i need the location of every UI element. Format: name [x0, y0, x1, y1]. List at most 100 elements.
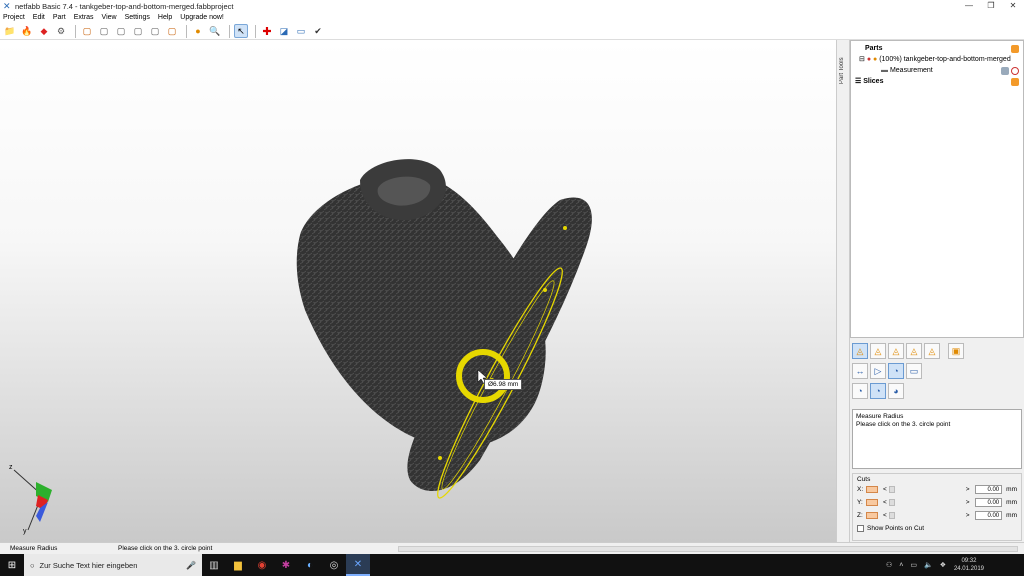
cut-slider[interactable]: [897, 487, 963, 493]
parts-options-icon[interactable]: [1011, 45, 1019, 53]
cut-slider[interactable]: [897, 513, 963, 519]
menu-upgrade[interactable]: Upgrade now!: [180, 12, 224, 23]
tree-slices[interactable]: Slices: [863, 78, 883, 85]
cut-increase[interactable]: >: [964, 499, 972, 506]
dropbox-icon[interactable]: ❖: [940, 561, 946, 569]
slices-options-icon[interactable]: [1011, 78, 1019, 86]
import-part-icon[interactable]: ◆: [37, 24, 51, 38]
cut-icon[interactable]: ◪: [277, 24, 291, 38]
label-icon[interactable]: ▭: [906, 363, 922, 379]
cuts-title: Cuts: [857, 476, 871, 483]
show-points-option[interactable]: Show Points on Cut: [857, 525, 1017, 532]
select-cursor-icon[interactable]: ↖: [234, 24, 248, 38]
zoom-icon[interactable]: 🔍: [208, 24, 222, 38]
view-bottom-icon[interactable]: ▢: [165, 24, 179, 38]
tree-measurement[interactable]: Measurement: [890, 67, 933, 74]
measure-edge-icon[interactable]: ◬: [870, 343, 886, 359]
expand-icon[interactable]: ⊟: [859, 56, 865, 63]
clock-time: 09:32: [961, 558, 977, 564]
sphere-icon[interactable]: ●: [191, 24, 205, 38]
menu-extras[interactable]: Extras: [74, 12, 94, 23]
measure-point-icon[interactable]: ◬: [852, 343, 868, 359]
cut-slider-knob[interactable]: [888, 512, 896, 519]
check-icon[interactable]: ✔: [311, 24, 325, 38]
windows-start-icon[interactable]: ⊞: [0, 554, 24, 576]
radius-icon[interactable]: ◔: [888, 363, 904, 379]
circle-3point-icon[interactable]: ◔: [852, 383, 868, 399]
panel-splitter[interactable]: Part Tools: [836, 40, 850, 542]
netfabb-taskbar-icon[interactable]: ✕: [346, 554, 370, 576]
view-back-icon[interactable]: ▢: [97, 24, 111, 38]
instruction-text: Please click on the 3. circle point: [856, 421, 951, 428]
taskbar-search[interactable]: ○ Zur Suche Text hier eingeben 🎤: [24, 554, 202, 576]
cut-slider[interactable]: [897, 500, 963, 506]
measure-point: [543, 288, 547, 292]
cut-value-input[interactable]: 0.00: [975, 498, 1003, 507]
view-left-icon[interactable]: ▢: [114, 24, 128, 38]
menu-view[interactable]: View: [102, 12, 117, 23]
tree-parts[interactable]: Parts: [865, 44, 883, 54]
cut-unit: mm: [1006, 512, 1017, 519]
cut-value-input[interactable]: 0.00: [975, 511, 1003, 520]
windows-taskbar: ⊞ ○ Zur Suche Text hier eingeben 🎤 ▥ ▆ ◉…: [0, 554, 1024, 576]
microphone-icon[interactable]: 🎤: [186, 561, 196, 570]
distance-icon[interactable]: ↔: [852, 363, 868, 379]
chrome-icon[interactable]: ◉: [250, 554, 274, 576]
remove-measurement-icon[interactable]: [1011, 67, 1019, 75]
measure-icon[interactable]: ▭: [294, 24, 308, 38]
menu-help[interactable]: Help: [158, 12, 172, 23]
app-blue-icon[interactable]: ◐: [298, 554, 322, 576]
new-project-icon[interactable]: 📁: [3, 24, 17, 38]
cut-increase[interactable]: >: [964, 512, 972, 519]
file-explorer-icon[interactable]: ▆: [226, 554, 250, 576]
show-points-checkbox[interactable]: [857, 525, 864, 532]
minimize-button[interactable]: —: [958, 0, 980, 12]
sphere-measure-icon[interactable]: ◕: [888, 383, 904, 399]
status-bar: Measure Radius Please click on the 3. ci…: [0, 542, 1024, 554]
part-tools-tab[interactable]: Part Tools: [839, 54, 849, 84]
search-icon: ○: [30, 560, 35, 570]
3d-viewport[interactable]: Ø6.98 mm z y: [0, 40, 836, 542]
angle-icon[interactable]: ▷: [870, 363, 886, 379]
cut-axis-label: X:: [857, 486, 864, 493]
instruction-title: Measure Radius: [856, 413, 904, 420]
menu-edit[interactable]: Edit: [33, 12, 45, 23]
cut-color-swatch[interactable]: [866, 512, 878, 519]
tree-part-item[interactable]: (100%) tankgeber-top-and-bottom-merged: [879, 56, 1011, 63]
cut-increase[interactable]: >: [964, 486, 972, 493]
view-top-icon[interactable]: ▢: [148, 24, 162, 38]
cut-value-input[interactable]: 0.00: [975, 485, 1003, 494]
menu-project[interactable]: Project: [3, 12, 25, 23]
task-view-icon[interactable]: ▥: [202, 554, 226, 576]
menu-part[interactable]: Part: [53, 12, 66, 23]
part-visibility-icon[interactable]: ●: [873, 56, 877, 63]
cut-slider-knob[interactable]: [888, 486, 896, 493]
cut-color-swatch[interactable]: [866, 486, 878, 493]
open-icon[interactable]: 🔥: [20, 24, 34, 38]
maximize-button[interactable]: ❐: [980, 0, 1002, 12]
tray-up-icon[interactable]: ˄: [899, 562, 903, 569]
volume-icon[interactable]: 🔈: [924, 561, 933, 569]
people-icon[interactable]: ⚇: [886, 561, 892, 569]
settings-icon[interactable]: ⚙: [54, 24, 68, 38]
taskbar-clock[interactable]: 09:32 24.01.2019: [954, 557, 984, 573]
app-circle-icon[interactable]: ◎: [322, 554, 346, 576]
close-button[interactable]: ✕: [1002, 0, 1024, 12]
measure-angle-icon[interactable]: ◬: [906, 343, 922, 359]
view-right-icon[interactable]: ▢: [131, 24, 145, 38]
circle-radius-icon[interactable]: ◔: [870, 383, 886, 399]
view-front-icon[interactable]: ▢: [80, 24, 94, 38]
cut-slider-knob[interactable]: [888, 499, 896, 506]
repair-icon[interactable]: ✚: [260, 24, 274, 38]
tree-part-item-row: ⊟ ● ● (100%) tankgeber-top-and-bottom-me…: [859, 55, 1011, 65]
measure-face-icon[interactable]: ◬: [888, 343, 904, 359]
app-purple-icon[interactable]: ✱: [274, 554, 298, 576]
lock-icon[interactable]: [1001, 67, 1009, 75]
cut-color-swatch[interactable]: [866, 499, 878, 506]
measure-wall-icon[interactable]: ◬: [924, 343, 940, 359]
clock-date: 24.01.2019: [953, 566, 984, 572]
menu-settings[interactable]: Settings: [125, 12, 150, 23]
network-icon[interactable]: ▭: [910, 561, 917, 569]
measure-box-icon[interactable]: ▣: [948, 343, 964, 359]
cut-row-z: Z: < > 0.00 mm: [857, 509, 1017, 522]
